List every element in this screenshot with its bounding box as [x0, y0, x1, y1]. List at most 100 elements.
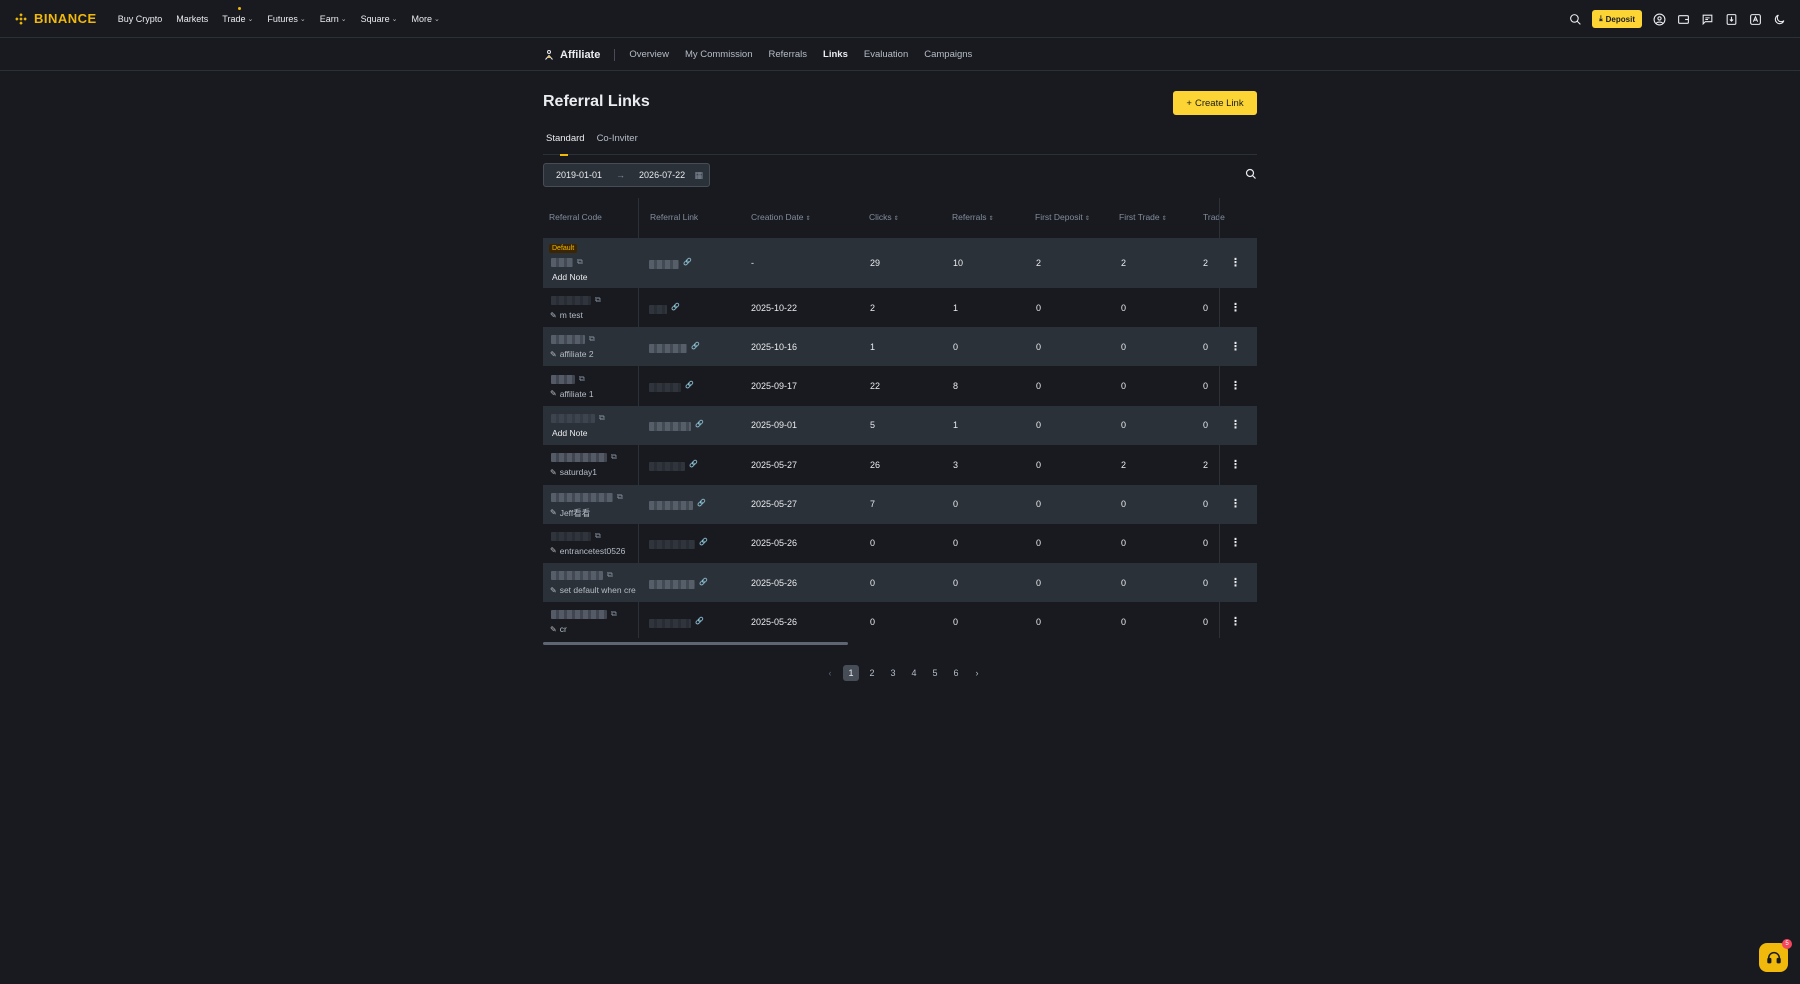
- nav-item-more[interactable]: More ⌄: [405, 14, 447, 24]
- column-header-creation-date[interactable]: Creation Date ⇕: [751, 212, 810, 222]
- copy-code-icon[interactable]: ⧉: [579, 374, 585, 384]
- column-label: First Trade: [1119, 212, 1160, 222]
- sort-icon[interactable]: ⇕: [1162, 216, 1167, 222]
- more-options-icon[interactable]: ⋮: [1230, 536, 1241, 549]
- horizontal-scrollbar[interactable]: [543, 642, 848, 645]
- edit-note-icon[interactable]: ✎: [550, 508, 557, 517]
- edit-note-icon[interactable]: ✎: [550, 468, 557, 477]
- sort-icon[interactable]: ⇕: [1085, 216, 1090, 222]
- messages-icon[interactable]: [1700, 12, 1714, 26]
- more-options-icon[interactable]: ⋮: [1230, 256, 1241, 269]
- nav-item-trade[interactable]: Trade ⌄: [215, 6, 260, 24]
- create-link-button[interactable]: + Create Link: [1173, 91, 1257, 115]
- link-icon[interactable]: 🔗: [691, 342, 700, 350]
- page-3[interactable]: 3: [885, 665, 901, 681]
- edit-note-icon[interactable]: ✎: [550, 546, 557, 555]
- note-text: Jeff看看: [559, 507, 591, 518]
- link-icon[interactable]: 🔗: [685, 381, 694, 389]
- link-icon[interactable]: 🔗: [697, 499, 706, 507]
- link-icon[interactable]: 🔗: [695, 420, 704, 428]
- nav-item-buy-crypto[interactable]: Buy Crypto: [111, 14, 170, 24]
- wallet-icon[interactable]: [1676, 12, 1690, 26]
- prev-page-icon[interactable]: ‹: [822, 665, 838, 681]
- more-options-icon[interactable]: ⋮: [1230, 576, 1241, 589]
- page-4[interactable]: 4: [906, 665, 922, 681]
- tab-overview[interactable]: Overview: [629, 49, 669, 60]
- cell-clicks: 0: [870, 577, 876, 588]
- sort-icon[interactable]: ⇕: [805, 216, 810, 222]
- page-1[interactable]: 1: [843, 665, 859, 681]
- search-icon[interactable]: [1568, 12, 1582, 26]
- copy-code-icon[interactable]: ⧉: [595, 295, 601, 305]
- sort-icon[interactable]: ⇕: [988, 216, 993, 222]
- link-icon[interactable]: 🔗: [683, 258, 692, 266]
- copy-code-icon[interactable]: ⧉: [611, 452, 617, 462]
- copy-code-icon[interactable]: ⧉: [607, 570, 613, 580]
- affiliate-brand[interactable]: Affiliate: [543, 48, 616, 61]
- add-note-button[interactable]: Add Note: [552, 428, 587, 438]
- tab-campaigns[interactable]: Campaigns: [924, 49, 972, 60]
- date-from[interactable]: 2019-01-01: [556, 170, 602, 180]
- tab-my-commission[interactable]: My Commission: [685, 49, 753, 60]
- user-icon[interactable]: [1652, 12, 1666, 26]
- link-icon[interactable]: 🔗: [671, 303, 680, 311]
- binance-logo[interactable]: BINANCE: [14, 11, 97, 26]
- copy-code-icon[interactable]: ⧉: [595, 531, 601, 541]
- add-note-button[interactable]: Add Note: [552, 272, 587, 282]
- edit-note-icon[interactable]: ✎: [550, 586, 557, 595]
- date-to[interactable]: 2026-07-22: [639, 170, 685, 180]
- column-header-referrals[interactable]: Referrals ⇕: [952, 212, 994, 222]
- more-options-icon[interactable]: ⋮: [1230, 379, 1241, 392]
- table-search-icon[interactable]: [1245, 168, 1257, 180]
- deposit-button[interactable]: ⤓ Deposit: [1592, 10, 1642, 28]
- more-options-icon[interactable]: ⋮: [1230, 418, 1241, 431]
- language-icon[interactable]: [1748, 12, 1762, 26]
- more-options-icon[interactable]: ⋮: [1230, 458, 1241, 471]
- copy-code-icon[interactable]: ⧉: [611, 609, 617, 619]
- support-chat-button[interactable]: 5: [1759, 939, 1792, 972]
- nav-item-earn[interactable]: Earn ⌄: [313, 14, 354, 24]
- edit-note-icon[interactable]: ✎: [550, 311, 557, 320]
- edit-note-icon[interactable]: ✎: [550, 389, 557, 398]
- cell-first-trade: 0: [1121, 341, 1127, 352]
- download-app-icon[interactable]: [1724, 12, 1738, 26]
- next-page-icon[interactable]: ›: [969, 665, 985, 681]
- edit-note-icon[interactable]: ✎: [550, 350, 557, 359]
- tab-co-inviter[interactable]: Co-Inviter: [594, 133, 641, 155]
- link-icon[interactable]: 🔗: [689, 460, 698, 468]
- nav-item-square[interactable]: Square ⌄: [354, 14, 405, 24]
- more-options-icon[interactable]: ⋮: [1230, 301, 1241, 314]
- more-options-icon[interactable]: ⋮: [1230, 340, 1241, 353]
- tab-standard[interactable]: Standard: [543, 133, 588, 156]
- more-options-icon[interactable]: ⋮: [1230, 497, 1241, 510]
- link-icon[interactable]: 🔗: [699, 578, 708, 586]
- tab-referrals[interactable]: Referrals: [769, 49, 808, 60]
- copy-code-icon[interactable]: ⧉: [589, 334, 595, 344]
- column-label: Trade: [1203, 212, 1225, 222]
- link-icon[interactable]: 🔗: [695, 617, 704, 625]
- tab-evaluation[interactable]: Evaluation: [864, 49, 908, 60]
- column-header-first-deposit[interactable]: First Deposit ⇕: [1035, 212, 1090, 222]
- copy-code-icon[interactable]: ⧉: [577, 257, 583, 267]
- column-label: First Deposit: [1035, 212, 1083, 222]
- link-icon[interactable]: 🔗: [699, 538, 708, 546]
- copy-code-icon[interactable]: ⧉: [599, 413, 605, 423]
- copy-code-icon[interactable]: ⧉: [617, 492, 623, 502]
- column-header-clicks[interactable]: Clicks ⇕: [869, 212, 899, 222]
- tab-links[interactable]: Links: [823, 49, 848, 60]
- edit-note-icon[interactable]: ✎: [550, 625, 557, 634]
- date-range-picker[interactable]: 2019-01-01 → 2026-07-22 ▦: [543, 163, 710, 187]
- page-6[interactable]: 6: [948, 665, 964, 681]
- page-5[interactable]: 5: [927, 665, 943, 681]
- cell-trade: 0: [1203, 420, 1209, 431]
- page-2[interactable]: 2: [864, 665, 880, 681]
- create-link-label: Create Link: [1194, 97, 1244, 109]
- sort-icon[interactable]: ⇕: [894, 216, 899, 222]
- nav-item-futures[interactable]: Futures ⌄: [260, 14, 312, 24]
- theme-toggle-icon[interactable]: [1772, 12, 1786, 26]
- nav-item-markets[interactable]: Markets: [169, 14, 215, 24]
- more-options-icon[interactable]: ⋮: [1230, 615, 1241, 628]
- calendar-icon[interactable]: ▦: [694, 170, 703, 181]
- column-header-first-trade[interactable]: First Trade ⇕: [1119, 212, 1167, 222]
- chevron-down-icon: ⌄: [340, 15, 347, 23]
